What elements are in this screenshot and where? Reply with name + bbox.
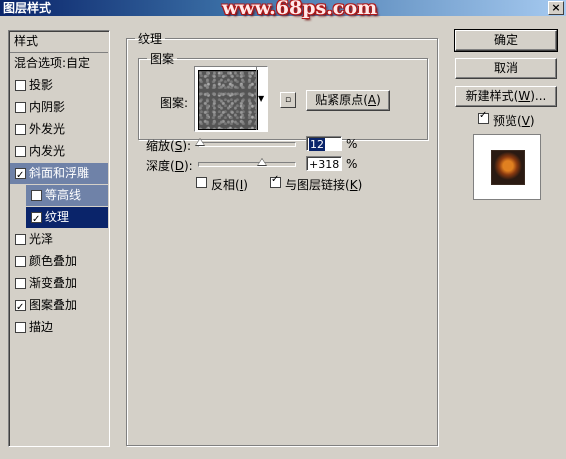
sidebar-item-checkbox[interactable] <box>31 209 42 230</box>
ok-button[interactable]: 确定 <box>454 29 558 52</box>
scale-label: 缩放(S): <box>146 139 192 153</box>
sidebar-item-checkbox[interactable] <box>31 190 42 201</box>
pattern-group-title: 图案 <box>150 52 175 66</box>
texture-group-title: 纹理 <box>138 32 163 46</box>
sidebar-item[interactable]: 等高线 <box>26 185 108 206</box>
link-with-layer-checkbox-box[interactable] <box>270 174 281 188</box>
styles-header[interactable]: 样式 <box>10 31 108 53</box>
sidebar-item-label: 内发光 <box>29 144 66 158</box>
link-with-layer-checkbox[interactable]: 与图层链接(K) <box>270 174 370 192</box>
window-title: 图层样式 <box>3 1 52 15</box>
sidebar-item[interactable]: 投影 <box>10 75 108 96</box>
cancel-button[interactable]: 取消 <box>455 58 557 79</box>
snap-origin-key: A <box>367 93 377 107</box>
close-icon: × <box>551 1 561 14</box>
sidebar-item[interactable]: 内发光 <box>10 141 108 162</box>
styles-list: 样式 混合选项:自定投影内阴影外发光内发光斜面和浮雕等高线纹理光泽颜色叠加渐变叠… <box>8 30 110 447</box>
sidebar-item-checkbox[interactable] <box>15 80 26 91</box>
sidebar-item-label: 外发光 <box>29 122 66 136</box>
sidebar-item-checkbox[interactable] <box>15 165 26 186</box>
styles-header-label: 样式 <box>14 34 39 48</box>
sidebar-item-checkbox[interactable] <box>15 297 26 318</box>
scale-slider[interactable] <box>195 138 296 147</box>
sidebar-item-label: 渐变叠加 <box>29 276 78 290</box>
sidebar-item-label: 纹理 <box>45 210 70 224</box>
new-style-suffix: )... <box>530 89 547 103</box>
sidebar-item-label: 光泽 <box>29 232 54 246</box>
sidebar-item[interactable]: 描边 <box>10 317 108 338</box>
sidebar-item-label: 斜面和浮雕 <box>29 166 90 180</box>
sidebar-item-checkbox[interactable] <box>15 124 26 135</box>
sidebar-item[interactable]: 纹理 <box>26 207 108 230</box>
watermark: www.68ps.com <box>222 0 378 19</box>
sidebar-item-label: 图案叠加 <box>29 298 78 312</box>
scale-unit: % <box>346 137 358 151</box>
title-bar: 图层样式 www.68ps.com × <box>0 0 566 19</box>
sidebar-item-checkbox[interactable] <box>15 256 26 267</box>
sidebar-item-checkbox[interactable] <box>15 146 26 157</box>
snap-origin-suffix: ) <box>376 93 381 107</box>
sidebar-item[interactable]: 渐变叠加 <box>10 273 108 294</box>
scale-value: 12 <box>309 138 325 151</box>
sidebar-item-checkbox[interactable] <box>15 322 26 333</box>
invert-checkbox[interactable]: 反相(I) <box>196 176 276 192</box>
new-style-label: 新建样式( <box>465 89 519 103</box>
scale-input[interactable]: 12 <box>306 136 342 151</box>
depth-slider[interactable] <box>198 158 296 167</box>
scale-slider-thumb[interactable] <box>195 138 206 146</box>
sidebar-item-label: 内阴影 <box>29 100 66 114</box>
new-style-key: W <box>518 89 531 103</box>
style-preview-thumbnail <box>491 150 525 185</box>
sidebar-item-checkbox[interactable] <box>15 234 26 245</box>
new-preset-icon: ▫ <box>284 95 292 105</box>
sidebar-item-label: 描边 <box>29 320 54 334</box>
sidebar-item[interactable]: 外发光 <box>10 119 108 140</box>
pattern-dropdown[interactable]: ▼ <box>256 66 267 130</box>
sidebar-item[interactable]: 斜面和浮雕 <box>10 163 108 186</box>
new-style-button[interactable]: 新建样式(W)... <box>455 86 557 107</box>
sidebar-item[interactable]: 混合选项:自定 <box>10 53 108 74</box>
pattern-label: 图案: <box>160 96 189 110</box>
depth-input[interactable]: +318 <box>306 156 342 171</box>
sidebar-item[interactable]: 光泽 <box>10 229 108 250</box>
new-preset-button[interactable]: ▫ <box>280 92 296 108</box>
sidebar-item-label: 颜色叠加 <box>29 254 78 268</box>
depth-value: +318 <box>309 158 340 171</box>
close-button[interactable]: × <box>548 1 564 15</box>
invert-checkbox-box[interactable] <box>196 177 207 188</box>
depth-slider-thumb[interactable] <box>257 158 268 166</box>
preview-checkbox-box[interactable] <box>478 110 489 124</box>
preview-label: 预览(V) <box>493 114 535 128</box>
sidebar-item-checkbox[interactable] <box>15 102 26 113</box>
link-with-layer-label: 与图层链接(K) <box>285 178 363 192</box>
sidebar-item-label: 等高线 <box>45 188 82 202</box>
sidebar-item[interactable]: 颜色叠加 <box>10 251 108 272</box>
style-preview <box>473 134 541 200</box>
depth-label: 深度(D): <box>146 159 193 173</box>
snap-origin-label: 贴紧原点( <box>315 93 368 107</box>
preview-checkbox[interactable]: 预览(V) <box>478 110 558 128</box>
triangle-down-icon: ▼ <box>258 94 265 103</box>
pattern-swatch[interactable] <box>198 70 258 130</box>
invert-label: 反相(I) <box>211 178 248 192</box>
sidebar-item[interactable]: 图案叠加 <box>10 295 108 318</box>
sidebar-item-label: 投影 <box>29 78 54 92</box>
depth-unit: % <box>346 157 358 171</box>
snap-origin-button[interactable]: 贴紧原点(A) <box>306 90 390 111</box>
sidebar-item-label: 混合选项:自定 <box>14 56 91 70</box>
sidebar-item[interactable]: 内阴影 <box>10 97 108 118</box>
sidebar-item-checkbox[interactable] <box>15 278 26 289</box>
